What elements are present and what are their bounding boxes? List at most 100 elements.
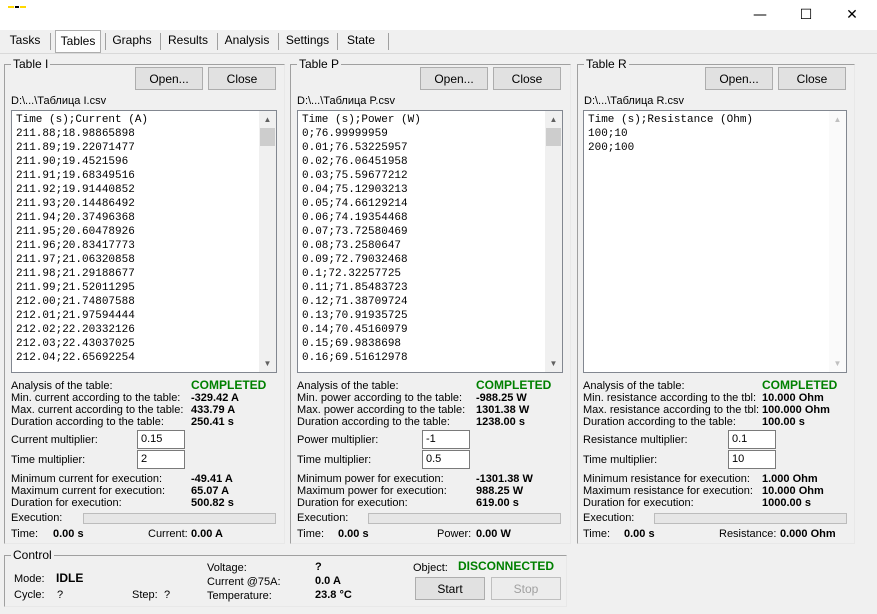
data-line[interactable]: 211.91;19.68349516 xyxy=(16,169,148,183)
tab-divider xyxy=(388,33,389,50)
data-line[interactable]: 0.12;71.38709724 xyxy=(302,295,421,309)
tab-tasks[interactable]: Tasks xyxy=(3,31,47,52)
data-line[interactable]: 0.1;72.32257725 xyxy=(302,267,421,281)
open-table-i-button[interactable]: Open... xyxy=(135,67,203,90)
duration-table-label: Duration according to the table: xyxy=(11,416,164,428)
data-line[interactable]: Time (s);Current (A) xyxy=(16,113,148,127)
data-line[interactable]: 0;76.99999959 xyxy=(302,127,421,141)
table-i-file-path: D:\...\Таблица I.csv xyxy=(11,95,107,107)
data-line[interactable]: 211.90;19.4521596 xyxy=(16,155,148,169)
tab-graphs[interactable]: Graphs xyxy=(108,31,156,52)
data-line[interactable]: 212.03;22.43037025 xyxy=(16,337,148,351)
minimize-button[interactable]: — xyxy=(737,0,783,30)
close-window-button[interactable]: ✕ xyxy=(829,0,875,30)
data-line[interactable]: 212.00;21.74807588 xyxy=(16,295,148,309)
open-table-r-button[interactable]: Open... xyxy=(705,67,773,90)
duration-exec-label: Duration for execution: xyxy=(297,497,408,509)
table-p-data-list[interactable]: Time (s);Power (W) 0;76.99999959 0.01;76.5… xyxy=(297,110,563,373)
scroll-down-arrow-icon[interactable]: ▼ xyxy=(829,355,846,372)
data-line[interactable]: 0.07;73.72580469 xyxy=(302,225,421,239)
data-line[interactable]: 212.04;22.65692254 xyxy=(16,351,148,365)
duration-exec-label: Duration for execution: xyxy=(11,497,122,509)
scroll-up-arrow-icon[interactable]: ▲ xyxy=(829,111,846,128)
data-line[interactable]: 211.93;20.14486492 xyxy=(16,197,148,211)
tab-settings[interactable]: Settings xyxy=(281,31,334,52)
data-line[interactable]: 200;100 xyxy=(588,141,753,155)
data-line[interactable]: 212.01;21.97594444 xyxy=(16,309,148,323)
scroll-up-arrow-icon[interactable]: ▲ xyxy=(545,111,562,128)
data-line[interactable]: 212.02;22.20332126 xyxy=(16,323,148,337)
max-exec-label: Maximum current for execution: xyxy=(11,485,166,497)
time-multiplier-input[interactable]: 2 xyxy=(137,450,185,469)
data-line[interactable]: 0.16;69.51612978 xyxy=(302,351,421,365)
open-table-p-button[interactable]: Open... xyxy=(420,67,488,90)
analysis-status: COMPLETED xyxy=(762,378,838,392)
table-p-file-path: D:\...\Таблица P.csv xyxy=(297,95,395,107)
data-line[interactable]: 0.09;72.79032468 xyxy=(302,253,421,267)
data-line[interactable]: 0.05;74.66129214 xyxy=(302,197,421,211)
data-line[interactable]: 0.11;71.85483723 xyxy=(302,281,421,295)
scroll-up-arrow-icon[interactable]: ▲ xyxy=(259,111,276,128)
data-line[interactable]: 211.95;20.60478926 xyxy=(16,225,148,239)
power-multiplier-input[interactable]: -1 xyxy=(422,430,470,449)
tab-state[interactable]: State xyxy=(340,31,382,52)
table-i-group: Table I Open... Close D:\...\Таблица I.c… xyxy=(4,57,285,544)
min-current-label: Min. current according to the table: xyxy=(11,392,181,404)
scroll-thumb[interactable] xyxy=(546,128,561,146)
data-line[interactable]: 211.94;20.37496368 xyxy=(16,211,148,225)
duration-table-label: Duration according to the table: xyxy=(297,416,450,428)
data-line[interactable]: 211.96;20.83417773 xyxy=(16,239,148,253)
stop-button[interactable]: Stop xyxy=(491,577,561,600)
start-button[interactable]: Start xyxy=(415,577,485,600)
analysis-status: COMPLETED xyxy=(191,378,267,392)
data-line[interactable]: 0.13;70.91935725 xyxy=(302,309,421,323)
tab-strip: Tasks Tables Graphs Results Analysis Set… xyxy=(0,30,877,53)
data-line[interactable]: 211.88;18.98865898 xyxy=(16,127,148,141)
data-line[interactable]: 0.02;76.06451958 xyxy=(302,155,421,169)
data-line[interactable]: Time (s);Power (W) xyxy=(302,113,421,127)
data-line[interactable]: 211.98;21.29188677 xyxy=(16,267,148,281)
close-table-p-button[interactable]: Close xyxy=(493,67,561,90)
data-line[interactable]: Time (s);Resistance (Ohm) xyxy=(588,113,753,127)
duration-exec-label: Duration for execution: xyxy=(583,497,694,509)
voltage-label: Voltage: xyxy=(207,562,247,574)
data-line[interactable]: 100;10 xyxy=(588,127,753,141)
max-current-value: 433.79 A xyxy=(191,404,236,416)
data-line[interactable]: 0.04;75.12903213 xyxy=(302,183,421,197)
table-r-scrollbar[interactable]: ▲ ▼ xyxy=(829,111,846,372)
tab-analysis[interactable]: Analysis xyxy=(220,31,274,52)
data-line[interactable]: 211.97;21.06320858 xyxy=(16,253,148,267)
duration-exec-value: 1000.00 s xyxy=(762,497,811,509)
data-line[interactable]: 0.15;69.9838698 xyxy=(302,337,421,351)
scroll-down-arrow-icon[interactable]: ▼ xyxy=(259,355,276,372)
tab-tables[interactable]: Tables xyxy=(55,30,101,53)
min-power-value: -988.25 W xyxy=(476,392,527,404)
table-i-scrollbar[interactable]: ▲ ▼ xyxy=(259,111,276,372)
time-multiplier-input[interactable]: 0.5 xyxy=(422,450,470,469)
data-line[interactable]: 0.14;70.45160979 xyxy=(302,323,421,337)
data-line[interactable]: 0.06;74.19354468 xyxy=(302,211,421,225)
scroll-thumb[interactable] xyxy=(260,128,275,146)
table-p-scrollbar[interactable]: ▲ ▼ xyxy=(545,111,562,372)
data-line[interactable]: 0.03;75.59677212 xyxy=(302,169,421,183)
time-multiplier-label: Time multiplier: xyxy=(297,454,372,466)
data-line[interactable]: 211.92;19.91440852 xyxy=(16,183,148,197)
table-r-data-list[interactable]: Time (s);Resistance (Ohm) 100;10 200;100 ▲… xyxy=(583,110,847,373)
power-multiplier-label: Power multiplier: xyxy=(297,434,379,446)
data-line[interactable]: 0.01;76.53225957 xyxy=(302,141,421,155)
data-line[interactable]: 211.89;19.22071477 xyxy=(16,141,148,155)
resistance-multiplier-input[interactable]: 0.1 xyxy=(728,430,776,449)
tab-divider xyxy=(50,33,51,50)
min-exec-value: -49.41 A xyxy=(191,473,233,485)
maximize-button[interactable]: ☐ xyxy=(783,0,829,30)
time-multiplier-input[interactable]: 10 xyxy=(728,450,776,469)
data-line[interactable]: 0.08;73.2580647 xyxy=(302,239,421,253)
close-table-r-button[interactable]: Close xyxy=(778,67,846,90)
current-multiplier-input[interactable]: 0.15 xyxy=(137,430,185,449)
table-i-data-list[interactable]: Time (s);Current (A) 211.88;18.98865898 21… xyxy=(11,110,277,373)
cycle-label: Cycle: xyxy=(14,589,45,601)
close-table-i-button[interactable]: Close xyxy=(208,67,276,90)
tab-results[interactable]: Results xyxy=(163,31,213,52)
scroll-down-arrow-icon[interactable]: ▼ xyxy=(545,355,562,372)
data-line[interactable]: 211.99;21.52011295 xyxy=(16,281,148,295)
